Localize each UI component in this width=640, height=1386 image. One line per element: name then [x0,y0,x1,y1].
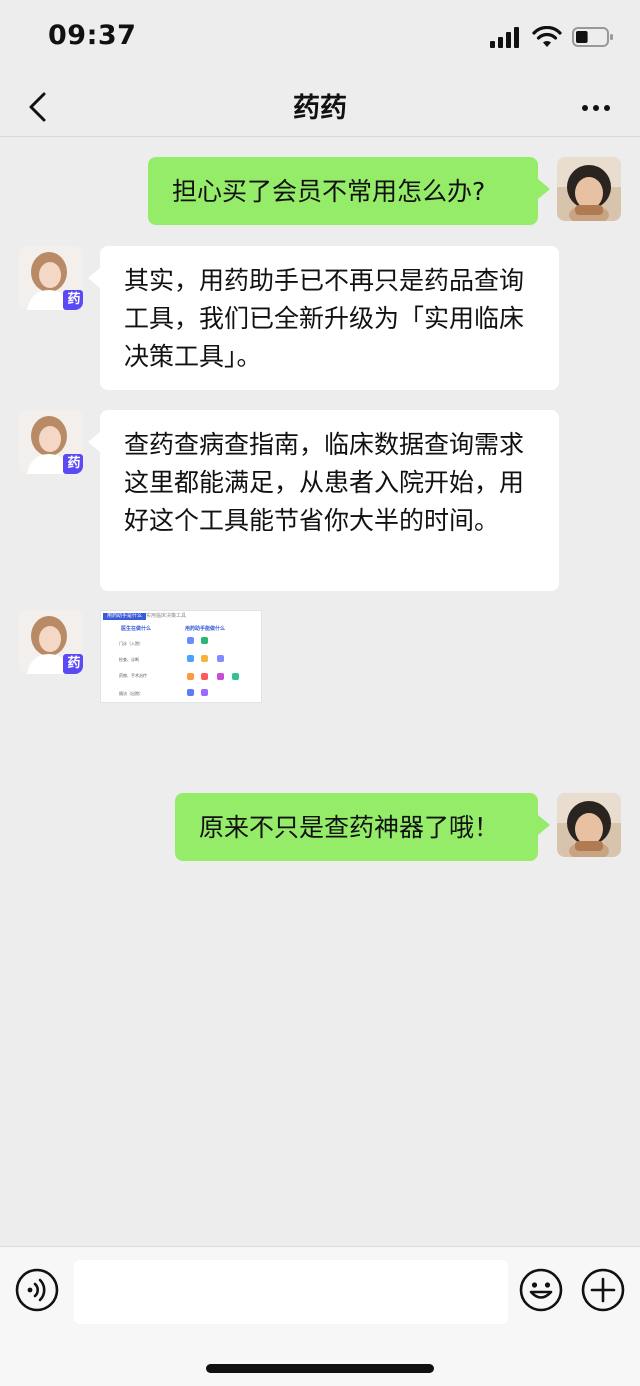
bot-avatar-badge: 药 [67,456,81,471]
message-bubble-incoming[interactable]: 查药查病查指南，临床数据查询需求这里都能满足，从患者入院开始，用好这个工具能节省… [88,410,559,591]
thumb-feature-icon [187,637,194,644]
emoji-button[interactable] [518,1267,564,1313]
user-avatar[interactable] [557,157,621,221]
bot-avatar[interactable]: 药 [19,610,83,674]
thumb-feature-icon [201,673,208,680]
message-bubble-outgoing[interactable]: 原来不只是查药神器了哦！ [175,793,550,861]
wifi-icon [532,26,562,47]
cellular-signal-icon [490,27,519,48]
status-bar: 09:37 [0,0,640,78]
message-text: 查药查病查指南，临床数据查询需求这里都能满足，从患者入院开始，用好这个工具能节省… [124,430,525,535]
message-bubble-outgoing[interactable]: 担心买了会员不常用怎么办? [148,157,550,225]
status-time: 09:37 [48,20,137,51]
thumb-right-title: 用药助手能做什么 [185,626,226,632]
thumb-feature-icon [187,689,194,696]
thumb-step: 药物、手术治疗 [119,673,147,678]
thumb-feature-icon [232,673,239,680]
thumb-feature-icon [201,655,208,662]
thumb-feature-icon [201,637,208,644]
battery-icon [572,27,613,47]
user-avatar-photo-icon [557,157,621,221]
smiley-icon [519,1268,563,1312]
message-input[interactable] [74,1260,508,1324]
thumb-feature-icon [187,655,194,662]
bot-avatar[interactable]: 药 [19,410,83,474]
bot-avatar-badge: 药 [67,656,81,671]
status-icons [490,26,614,48]
thumb-feature-icon [217,655,224,662]
message-text: 原来不只是查药神器了哦！ [199,813,500,842]
more-options-button[interactable] [576,88,616,128]
user-avatar[interactable] [557,793,621,857]
thumb-step: 门诊（入院） [119,641,143,646]
thumb-feature-icon [217,673,224,680]
thumb-header-tag: 用药助手是什么 [103,613,147,620]
voice-icon [15,1268,59,1312]
bot-avatar[interactable]: 药 [19,246,83,310]
home-indicator [206,1364,434,1373]
voice-input-button[interactable] [14,1267,60,1313]
more-functions-button[interactable] [580,1267,626,1313]
more-dots-icon [582,105,610,111]
input-bar [0,1246,640,1386]
plus-circle-icon [581,1268,625,1312]
bot-avatar-badge: 药 [67,292,81,307]
message-text: 其实，用药助手已不再只是药品查询工具，我们已全新升级为「实用临床决策工具」。 [124,266,525,371]
message-text: 担心买了会员不常用怎么办? [172,177,486,206]
thumb-feature-icon [187,673,194,680]
thumb-step: 随访（出院） [119,691,143,696]
chat-title: 药药 [293,93,347,124]
message-bubble-incoming[interactable]: 其实，用药助手已不再只是药品查询工具，我们已全新升级为「实用临床决策工具」。 [88,246,559,390]
image-message-thumbnail[interactable]: 用药助手是什么 实用临床决策工具 医生在做什么 用药助手能做什么 门诊（入院） … [100,610,262,703]
chat-header: 药药 [0,78,640,137]
thumb-step: 检查、诊断 [119,657,139,662]
user-avatar-photo-icon [557,793,621,857]
thumb-feature-icon [201,689,208,696]
thumb-left-title: 医生在做什么 [121,626,152,632]
thumb-header-caption: 实用临床决策工具 [146,613,187,619]
